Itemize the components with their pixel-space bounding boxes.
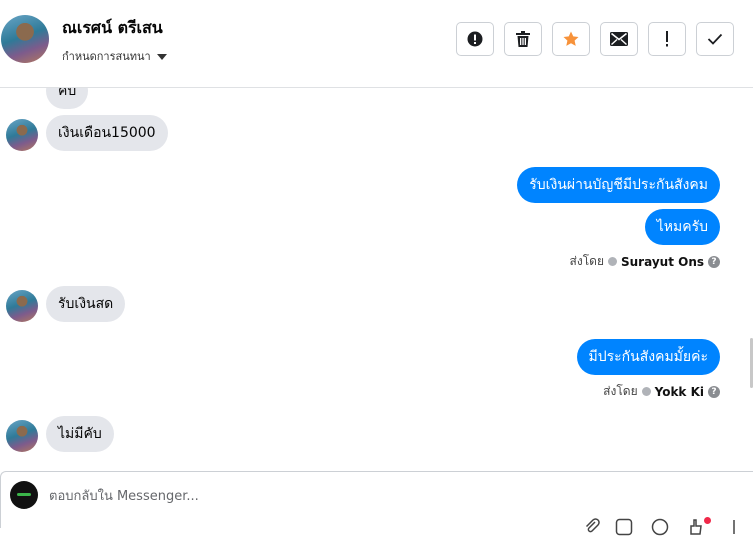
sent-by-name: Surayut Ons (621, 254, 704, 269)
help-icon[interactable]: ? (708, 385, 720, 398)
like-icon[interactable] (687, 518, 705, 536)
sent-by-label: ส่งโดย (603, 384, 638, 398)
star-button[interactable] (552, 22, 590, 56)
mark-unread-button[interactable] (600, 22, 638, 56)
check-icon (707, 33, 723, 45)
outgoing-message: ไหมครับ (644, 209, 720, 245)
star-icon (563, 31, 579, 46)
mark-done-button[interactable] (696, 22, 734, 56)
caret-down-icon (156, 54, 167, 60)
incoming-message: รับเงินสด (46, 286, 126, 322)
sender-avatar (6, 119, 38, 151)
sender-avatar (6, 290, 38, 322)
help-icon[interactable]: ? (708, 255, 720, 268)
emoji-icon[interactable] (651, 518, 669, 536)
assign-conversation-dropdown[interactable]: กำหนดการสนทนา (62, 47, 167, 65)
contact-avatar[interactable] (1, 15, 49, 63)
admin-badge-icon (608, 257, 617, 266)
conversation-header: ณเรศน์ ตรีเสน กำหนดการสนทนา (0, 0, 753, 88)
notification-dot (704, 517, 711, 524)
sent-by-info: ส่งโดย Yokk Ki ? (603, 382, 720, 401)
page-avatar (10, 481, 38, 509)
envelope-icon (610, 32, 628, 46)
more-tools-icon[interactable] (725, 518, 743, 536)
message-thread[interactable]: คับ เงินเดือน15000 รับเงินผ่านบัญชีมีประ… (0, 88, 753, 470)
incoming-message: คับ (46, 88, 89, 109)
assign-conversation-label: กำหนดการสนทนา (62, 50, 151, 63)
paperclip-icon[interactable] (583, 518, 601, 536)
outgoing-message: มีประกันสังคมมั้ยค่ะ (576, 339, 720, 375)
incoming-message: เงินเดือน15000 (46, 115, 168, 151)
saved-reply-icon[interactable] (615, 518, 633, 536)
trash-icon (516, 31, 530, 47)
exclamation-icon (666, 31, 668, 47)
sent-by-name: Yokk Ki (654, 384, 704, 399)
report-button[interactable] (456, 22, 494, 56)
admin-badge-icon (641, 387, 651, 396)
delete-button[interactable] (504, 22, 542, 56)
sent-by-label: ส่งโดย (569, 254, 604, 268)
incoming-message: ไม่มีคับ (46, 416, 114, 452)
follow-up-button[interactable] (648, 22, 686, 56)
sent-by-info: ส่งโดย Surayut Ons ? (570, 252, 720, 271)
exclamation-circle-icon (467, 31, 483, 47)
reply-composer (0, 471, 753, 536)
outgoing-message: รับเงินผ่านบัญชีมีประกันสังคม (517, 167, 720, 203)
contact-name[interactable]: ณเรศน์ ตรีเสน (62, 16, 163, 41)
sender-avatar (6, 420, 38, 452)
reply-input[interactable] (49, 486, 549, 506)
